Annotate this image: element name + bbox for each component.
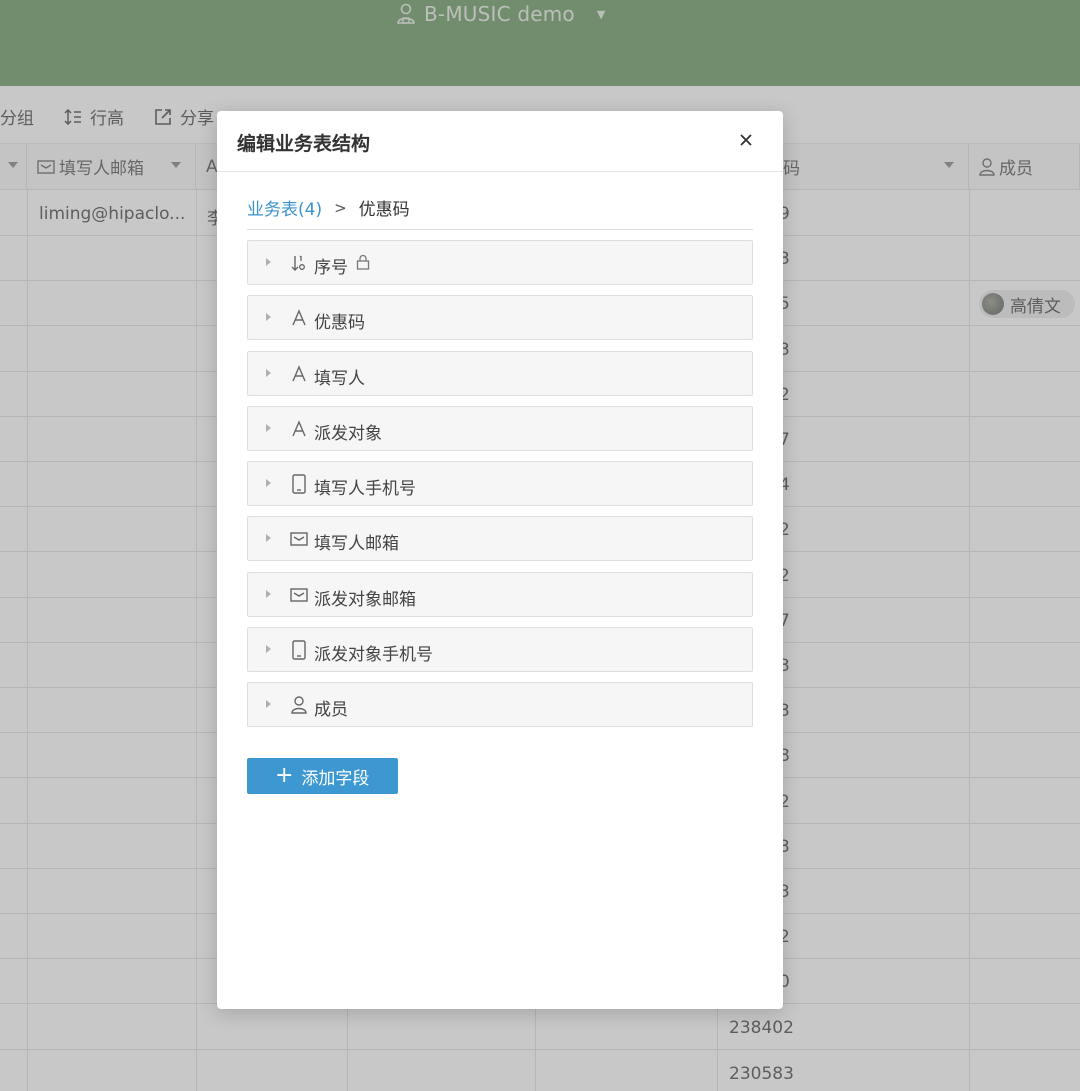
phone-icon xyxy=(290,640,308,660)
add-field-label: 添加字段 xyxy=(301,768,370,789)
add-field-button[interactable]: + 添加字段 xyxy=(247,758,398,794)
text-icon xyxy=(290,308,308,328)
member-icon xyxy=(290,695,308,715)
text-icon xyxy=(290,364,308,384)
text-icon xyxy=(290,419,308,439)
field-label: 优惠码 xyxy=(314,313,365,334)
modal-title: 编辑业务表结构 xyxy=(237,133,371,155)
field-label: 填写人手机号 xyxy=(314,479,416,500)
phone-icon xyxy=(290,474,308,494)
lock-icon xyxy=(356,254,370,274)
field-label: 派发对象 xyxy=(314,423,382,444)
field-row[interactable]: 填写人 xyxy=(247,350,753,396)
field-label: 派发对象邮箱 xyxy=(314,589,416,610)
breadcrumb: 业务表(4) > 优惠码 xyxy=(247,195,410,221)
plus-icon: + xyxy=(275,763,294,788)
field-row[interactable]: 派发对象 xyxy=(247,405,753,451)
email-icon xyxy=(290,529,308,549)
expand-icon[interactable] xyxy=(266,534,271,543)
expand-icon[interactable] xyxy=(266,479,271,488)
field-label: 成员 xyxy=(314,700,348,721)
breadcrumb-parent[interactable]: 业务表(4) xyxy=(247,195,322,220)
expand-icon[interactable] xyxy=(266,258,271,266)
field-row[interactable]: 序号 xyxy=(247,240,753,285)
email-icon xyxy=(290,585,308,605)
expand-icon[interactable] xyxy=(266,700,271,709)
close-icon[interactable] xyxy=(735,129,757,151)
expand-icon[interactable] xyxy=(266,645,271,654)
field-label: 派发对象手机号 xyxy=(314,645,433,666)
field-row[interactable]: 填写人邮箱 xyxy=(247,516,753,562)
field-label: 序号 xyxy=(314,258,348,278)
sort-number-icon xyxy=(290,253,308,273)
chevron-right-icon: > xyxy=(334,198,347,217)
expand-icon[interactable] xyxy=(266,423,271,432)
field-row[interactable]: 优惠码 xyxy=(247,295,753,341)
expand-icon[interactable] xyxy=(266,368,271,377)
field-list: 序号优惠码填写人派发对象填写人手机号 填写人邮箱派发对象邮箱 派发对象手机号 成员 xyxy=(247,240,753,738)
field-row[interactable]: 派发对象手机号 xyxy=(247,627,753,673)
divider xyxy=(247,229,753,230)
edit-structure-modal: 编辑业务表结构 业务表(4) > 优惠码 序号 优惠码 填写人 派发对象 填写人手机号填… xyxy=(217,111,783,1009)
modal-header: 编辑业务表结构 xyxy=(217,111,783,172)
expand-icon[interactable] xyxy=(266,589,271,598)
field-row[interactable]: 派发对象邮箱 xyxy=(247,571,753,617)
field-label: 填写人 xyxy=(314,368,365,389)
field-row[interactable]: 填写人手机号 xyxy=(247,461,753,507)
breadcrumb-current: 优惠码 xyxy=(358,200,410,220)
expand-icon[interactable] xyxy=(266,313,271,322)
field-label: 填写人邮箱 xyxy=(314,534,399,555)
field-row[interactable]: 成员 xyxy=(247,682,753,728)
